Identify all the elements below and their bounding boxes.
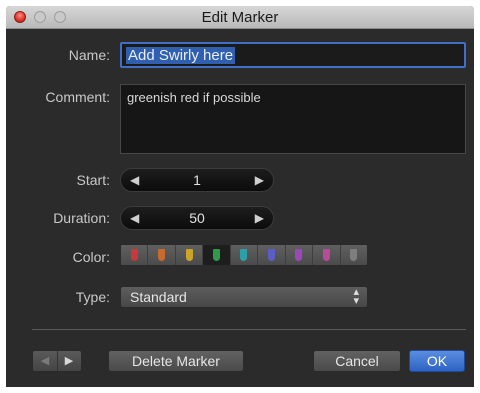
start-value: 1 [193, 172, 201, 188]
duration-value: 50 [189, 210, 205, 226]
next-marker-icon[interactable]: ▶ [57, 351, 81, 371]
duration-label: Duration: [53, 210, 110, 226]
marker-color-icon [350, 249, 358, 261]
duration-increment-icon[interactable]: ▶ [255, 211, 264, 225]
marker-color-icon [130, 249, 138, 261]
color-swatch-6[interactable] [286, 245, 314, 265]
color-swatch-7[interactable] [313, 245, 341, 265]
color-swatch-3[interactable] [203, 245, 231, 265]
color-swatch-2[interactable] [176, 245, 204, 265]
name-field-value: Add Swirly here [126, 47, 236, 64]
divider [32, 329, 466, 330]
select-caret-icon: ▴ ▾ [353, 286, 359, 307]
color-swatch-5[interactable] [258, 245, 286, 265]
comment-field-value: greenish red if possible [127, 90, 261, 105]
color-swatch-4[interactable] [231, 245, 259, 265]
start-label: Start: [76, 172, 110, 188]
cancel-button[interactable]: Cancel [313, 350, 401, 372]
marker-color-icon [295, 249, 303, 261]
marker-color-icon [185, 249, 193, 261]
marker-color-icon [267, 249, 275, 261]
type-label: Type: [75, 289, 110, 305]
delete-marker-button[interactable]: Delete Marker [108, 350, 244, 372]
marker-color-icon [158, 249, 166, 261]
name-label: Name: [68, 47, 110, 63]
color-swatch-1[interactable] [148, 245, 176, 265]
name-field[interactable]: Add Swirly here [120, 42, 466, 68]
duration-stepper[interactable]: ◀ 50 ▶ [120, 206, 274, 230]
type-select-value: Standard [130, 289, 187, 305]
window-title: Edit Marker [201, 9, 279, 26]
marker-color-icon [322, 249, 330, 261]
title-bar: Edit Marker [6, 6, 474, 29]
color-label: Color: [72, 249, 110, 265]
color-swatch-8[interactable] [341, 245, 367, 265]
edit-marker-dialog: Edit Marker Name: Add Swirly here Commen… [6, 6, 474, 387]
previous-marker-icon[interactable]: ◀ [33, 351, 58, 371]
start-increment-icon[interactable]: ▶ [255, 173, 264, 187]
start-stepper[interactable]: ◀ 1 ▶ [120, 168, 274, 192]
marker-navigation: ◀ ▶ [32, 350, 82, 372]
ok-button[interactable]: OK [409, 350, 465, 372]
color-picker [120, 244, 368, 266]
comment-field[interactable]: greenish red if possible [120, 84, 466, 154]
color-swatch-0[interactable] [121, 245, 149, 265]
marker-color-icon [240, 249, 248, 261]
type-select[interactable]: Standard ▴ ▾ [120, 286, 368, 308]
marker-color-icon [213, 249, 221, 261]
comment-label: Comment: [45, 89, 110, 105]
